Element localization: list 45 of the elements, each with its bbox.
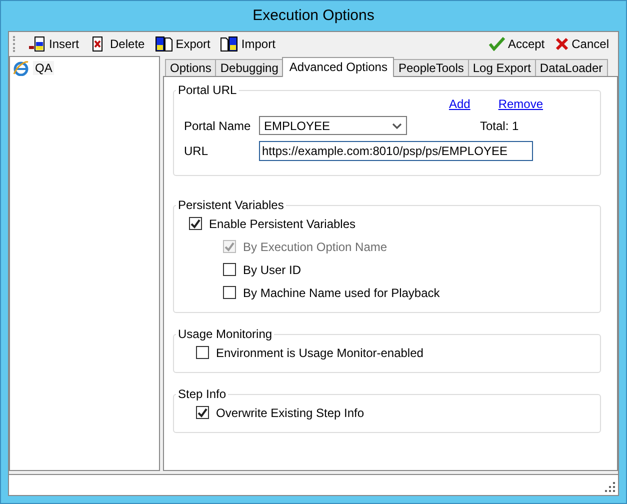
url-field[interactable]: https://example.com:8010/psp/ps/EMPLOYEE	[259, 140, 533, 160]
resize-grip-icon	[605, 482, 615, 492]
checkbox-label: Environment is Usage Monitor-enabled	[216, 346, 424, 360]
checkbox-label: Enable Persistent Variables	[209, 216, 356, 230]
close-icon	[554, 37, 569, 51]
checkbox[interactable]	[189, 217, 202, 230]
tab[interactable]: Advanced Options	[282, 57, 394, 77]
cancel-button[interactable]: Cancel	[552, 36, 612, 52]
tab[interactable]: PeopleTools	[393, 59, 469, 76]
tab[interactable]: Log Export	[468, 59, 536, 76]
group-title: Portal URL	[177, 83, 238, 97]
group-title: Usage Monitoring	[177, 327, 274, 341]
checkbox[interactable]	[196, 346, 209, 359]
tab[interactable]: Options	[165, 59, 216, 76]
export-icon	[154, 36, 173, 52]
checkbox[interactable]	[223, 263, 236, 276]
delete-button[interactable]: Delete	[86, 35, 148, 53]
import-button[interactable]: Import	[217, 35, 278, 53]
checkbox[interactable]	[196, 406, 209, 419]
tab[interactable]: Debugging	[215, 59, 284, 76]
checkbox-label: Overwrite Existing Step Info	[216, 406, 364, 420]
tree-item[interactable]: QA	[13, 59, 156, 77]
link[interactable]: Add	[448, 97, 470, 113]
chevron-icon	[392, 122, 402, 130]
insert-button[interactable]: Insert	[25, 35, 82, 53]
checkbox-label: By User ID	[243, 262, 302, 276]
checkbox-label: By Machine Name used for Playback	[243, 286, 440, 300]
total-count: Total: 1	[480, 118, 519, 132]
import-icon	[220, 36, 238, 52]
group-title: Step Info	[177, 387, 228, 401]
grip-icon	[13, 36, 17, 52]
export-button[interactable]: Export	[152, 35, 214, 53]
checkbox[interactable]	[223, 286, 236, 299]
accept-button[interactable]: Accept	[486, 36, 548, 52]
checkmark-icon	[488, 37, 505, 51]
tab[interactable]: DataLoader	[534, 59, 608, 76]
field-label: Portal Name	[184, 118, 252, 132]
window-title: Execution Options	[252, 6, 376, 26]
insert-icon	[28, 36, 46, 52]
portal-name-dropdown[interactable]: EMPLOYEE	[259, 116, 407, 135]
field-label: URL	[184, 144, 210, 158]
browser-icon	[13, 60, 29, 76]
checkbox-label: By Execution Option Name	[243, 240, 388, 254]
group-title: Persistent Variables	[177, 198, 285, 212]
link[interactable]: Remove	[498, 97, 543, 113]
